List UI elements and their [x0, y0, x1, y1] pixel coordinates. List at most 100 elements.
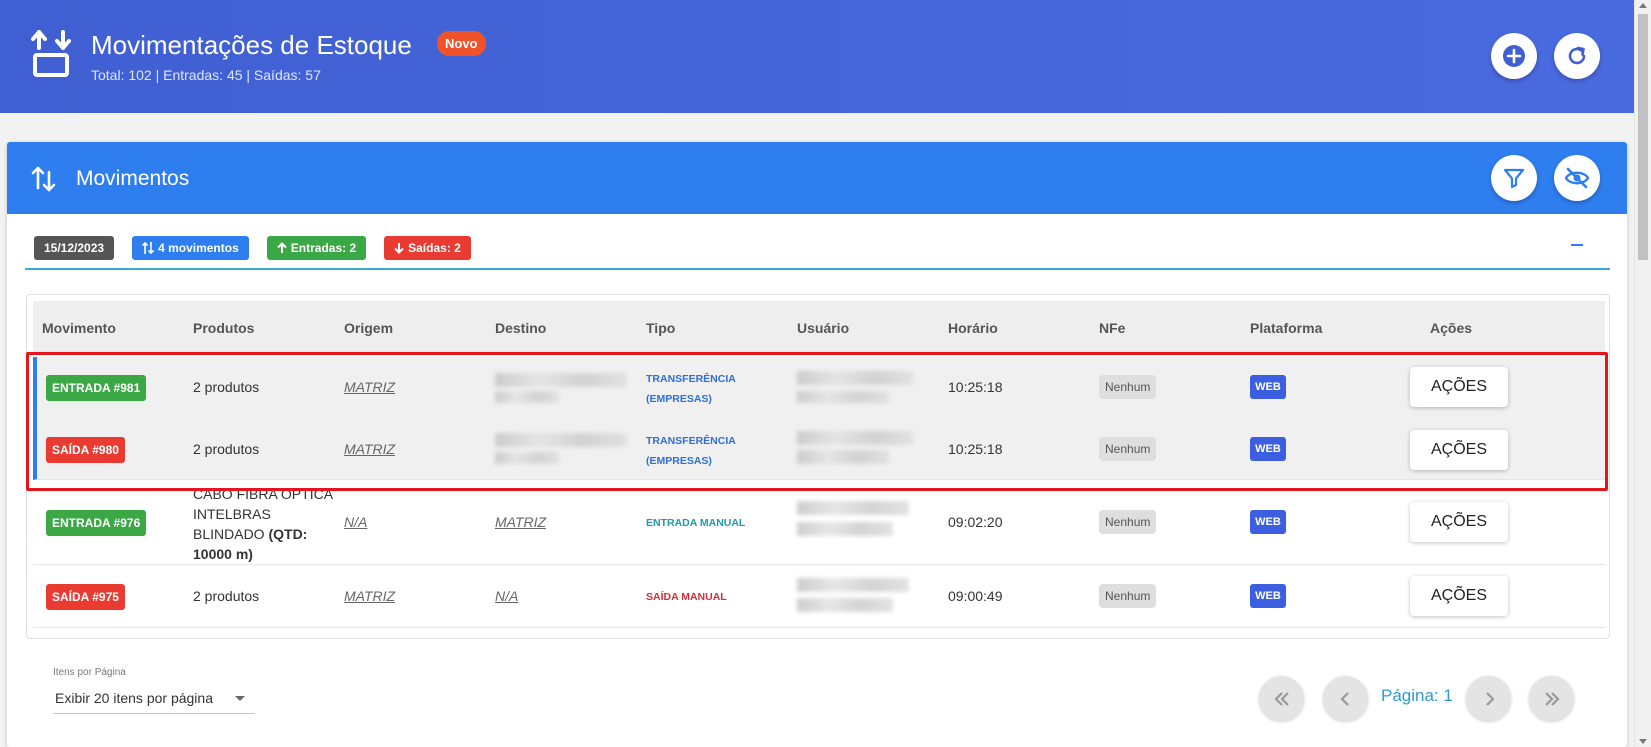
table-header: Movimento Produtos Origem Destino Tipo U…	[33, 301, 1605, 353]
platform-badge: WEB	[1250, 510, 1286, 534]
col-tipo[interactable]: Tipo	[646, 320, 675, 336]
summary-chips: 15/12/2023 4 movimentos Entradas: 2 Saíd…	[34, 236, 471, 260]
type-cell: ENTRADA MANUAL	[646, 517, 746, 529]
date-chip: 15/12/2023	[34, 236, 115, 260]
table-row[interactable]: ENTRADA #981 2 produtos MATRIZ TRANSFERÊ…	[33, 357, 1605, 420]
actions-button[interactable]: AÇÕES	[1410, 576, 1508, 616]
items-per-page-value: Exibir 20 itens por página	[55, 690, 213, 706]
double-chevron-left-icon	[1273, 691, 1289, 706]
time-cell: 10:25:18	[948, 379, 1003, 395]
product-qty: (QTD:	[268, 526, 308, 542]
scrollbar-thumb[interactable]	[1638, 14, 1648, 260]
table-row[interactable]: SAÍDA #980 2 produtos MATRIZ TRANSFERÊNC…	[33, 420, 1605, 480]
products-cell: 2 produtos	[193, 588, 260, 604]
destination-redacted	[495, 391, 559, 403]
chevron-down-icon	[235, 696, 245, 701]
movements-chip: 4 movimentos	[132, 236, 249, 260]
col-horario[interactable]: Horário	[948, 320, 998, 336]
double-chevron-right-icon	[1544, 691, 1560, 706]
page-scrollbar[interactable]	[1634, 0, 1651, 747]
type-cell: SAÍDA MANUAL	[646, 591, 727, 603]
platform-badge: WEB	[1250, 375, 1286, 399]
add-button[interactable]	[1491, 33, 1537, 79]
destination-link[interactable]: N/A	[495, 588, 518, 604]
next-page-button[interactable]	[1466, 676, 1511, 721]
arrow-down-icon	[394, 243, 404, 254]
page-title: Movimentações de Estoque	[91, 30, 412, 60]
movement-badge[interactable]: SAÍDA #975	[46, 584, 125, 610]
col-usuario[interactable]: Usuário	[797, 320, 849, 336]
refresh-icon	[1568, 46, 1586, 65]
col-destino[interactable]: Destino	[495, 320, 546, 336]
product-line: INTELBRAS	[193, 506, 271, 522]
movement-badge[interactable]: ENTRADA #981	[46, 375, 147, 401]
destination-redacted	[495, 452, 559, 464]
destination-redacted	[495, 433, 627, 447]
nfe-badge: Nenhum	[1099, 437, 1157, 461]
type-cell: TRANSFERÊNCIA (EMPRESAS)	[646, 369, 736, 409]
movements-card: Movimentos 15/12/2023 4 movimentos Entra…	[7, 142, 1627, 747]
time-cell: 09:02:20	[948, 514, 1003, 530]
filter-button[interactable]	[1491, 155, 1537, 201]
destination-redacted	[495, 373, 627, 387]
collapse-icon[interactable]	[1571, 244, 1583, 246]
scroll-up-icon[interactable]	[1639, 3, 1647, 8]
col-produtos[interactable]: Produtos	[193, 320, 254, 336]
user-redacted	[797, 501, 909, 515]
platform-badge: WEB	[1250, 584, 1286, 608]
entries-chip-label: Entradas: 2	[290, 241, 357, 255]
origin-link[interactable]: MATRIZ	[344, 588, 395, 604]
actions-button[interactable]: AÇÕES	[1410, 502, 1508, 542]
nfe-badge: Nenhum	[1099, 375, 1157, 399]
product-qty: 10000 m)	[193, 546, 253, 562]
scroll-down-icon[interactable]	[1639, 739, 1647, 744]
actions-button[interactable]: AÇÕES	[1410, 367, 1508, 407]
refresh-button[interactable]	[1554, 33, 1600, 79]
nfe-badge: Nenhum	[1099, 510, 1157, 534]
actions-button[interactable]: AÇÕES	[1410, 430, 1508, 470]
product-line: CABO FIBRA OPTICA	[193, 486, 334, 502]
exits-chip-label: Saídas: 2	[408, 241, 461, 255]
page-header: Movimentações de Estoque Novo Total: 102…	[0, 0, 1634, 113]
movement-badge[interactable]: SAÍDA #980	[46, 437, 125, 463]
user-redacted	[797, 391, 889, 403]
chevron-left-icon	[1339, 691, 1349, 706]
user-redacted	[797, 578, 909, 592]
eye-off-icon	[1564, 167, 1590, 189]
first-page-button[interactable]	[1259, 676, 1304, 721]
nfe-badge: Nenhum	[1099, 584, 1157, 608]
origin-link[interactable]: MATRIZ	[344, 379, 395, 395]
col-nfe[interactable]: NFe	[1099, 320, 1125, 336]
last-page-button[interactable]	[1529, 676, 1574, 721]
time-cell: 10:25:18	[948, 441, 1003, 457]
current-page-label: Página: 1	[1381, 686, 1453, 705]
movements-table: Movimento Produtos Origem Destino Tipo U…	[26, 294, 1610, 639]
origin-link[interactable]: N/A	[344, 514, 367, 530]
product-line: BLINDADO	[193, 526, 265, 542]
items-per-page-select[interactable]: Exibir 20 itens por página	[53, 686, 255, 714]
col-origem[interactable]: Origem	[344, 320, 393, 336]
sort-arrows-icon	[31, 166, 56, 192]
type-line: TRANSFERÊNCIA	[646, 435, 736, 447]
user-redacted	[797, 522, 893, 536]
prev-page-button[interactable]	[1323, 676, 1368, 721]
type-line: (EMPRESAS)	[646, 455, 712, 467]
stock-transfer-icon	[31, 30, 71, 77]
table-row[interactable]: SAÍDA #975 2 produtos MATRIZ N/A SAÍDA M…	[33, 566, 1605, 628]
origin-link[interactable]: MATRIZ	[344, 441, 395, 457]
col-movimento[interactable]: Movimento	[42, 320, 116, 336]
items-per-page-label: Itens por Página	[53, 667, 126, 678]
user-redacted	[797, 598, 893, 612]
movements-chip-label: 4 movimentos	[158, 241, 239, 255]
time-cell: 09:00:49	[948, 588, 1003, 604]
movement-badge[interactable]: ENTRADA #976	[46, 510, 147, 536]
destination-link[interactable]: MATRIZ	[495, 514, 546, 530]
filter-icon	[1503, 168, 1525, 189]
type-cell: TRANSFERÊNCIA (EMPRESAS)	[646, 431, 736, 471]
date-chip-label: 15/12/2023	[44, 241, 105, 255]
col-acoes[interactable]: Ações	[1430, 320, 1472, 336]
user-redacted	[797, 431, 913, 445]
table-row[interactable]: ENTRADA #976 CABO FIBRA OPTICA INTELBRAS…	[33, 481, 1605, 565]
hide-button[interactable]	[1554, 155, 1600, 201]
col-plataforma[interactable]: Plataforma	[1250, 320, 1322, 336]
